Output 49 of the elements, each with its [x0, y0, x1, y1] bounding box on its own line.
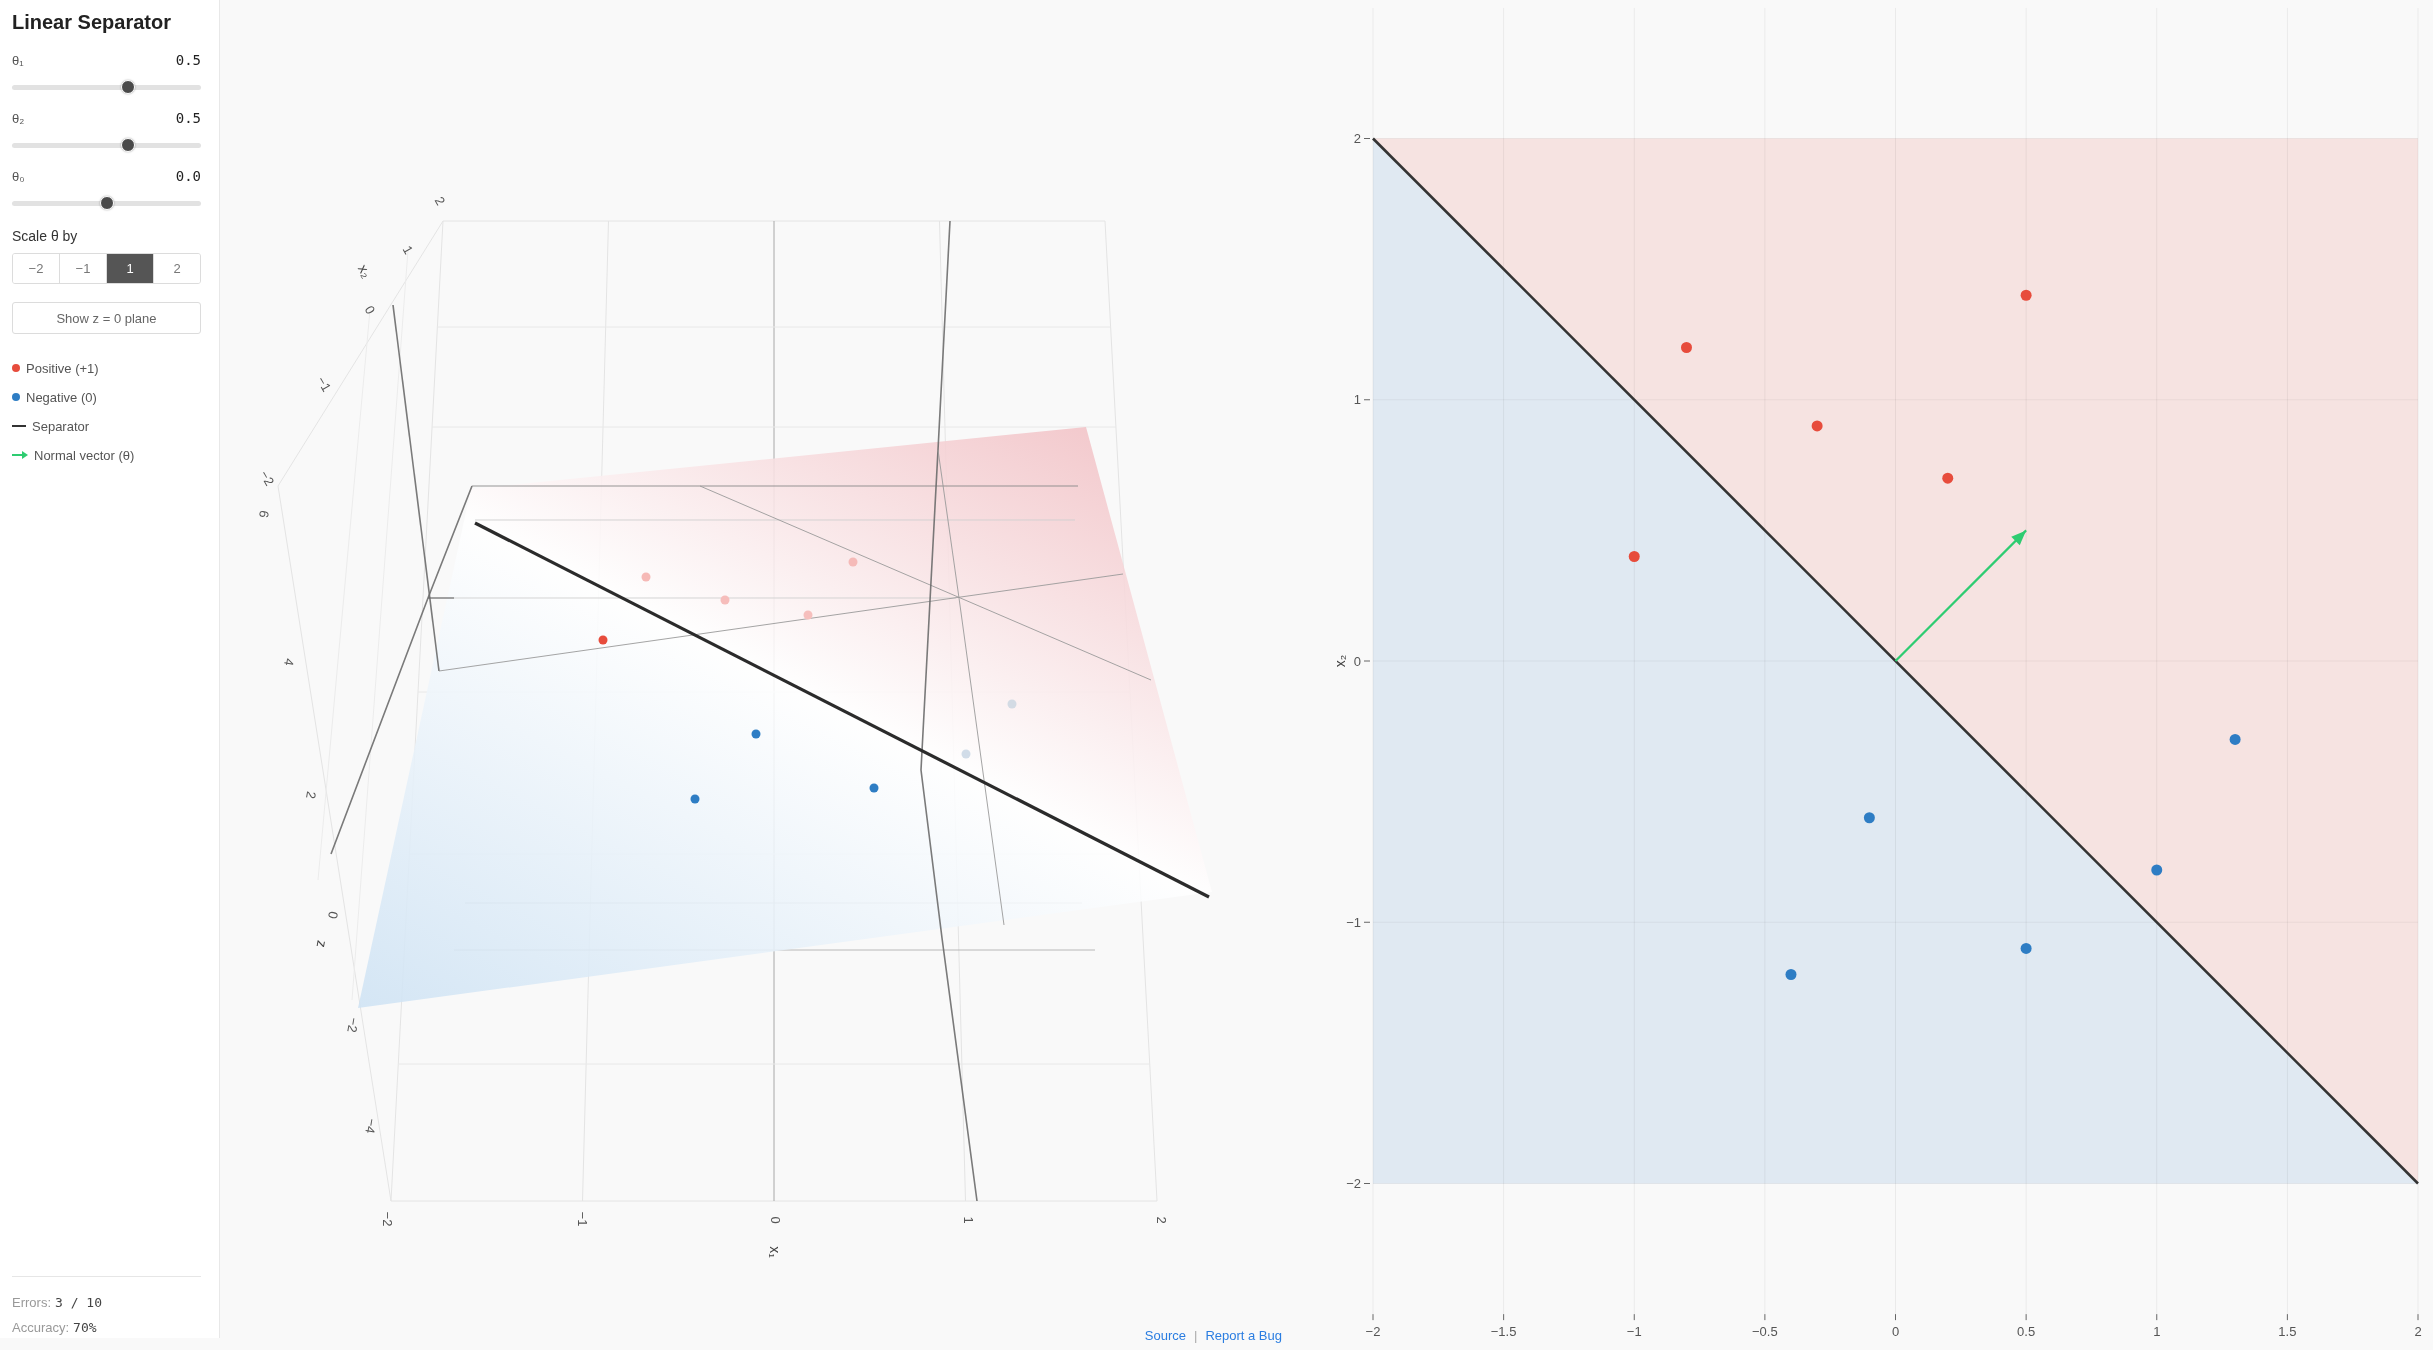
parameter-value: 0.5	[175, 52, 201, 68]
axis-tick-label: −1	[1346, 914, 1361, 930]
slider-thumb[interactable]	[99, 196, 114, 210]
axis-tick-label: 0	[1891, 1324, 1900, 1340]
link-separator: |	[1194, 1327, 1198, 1343]
axis-title: x₂	[1331, 654, 1348, 668]
axis-tick-label: −2	[379, 1211, 395, 1227]
axis-tick-label: 0.5	[2017, 1324, 2036, 1340]
parameter-value: 0.5	[175, 110, 201, 126]
scale-option[interactable]: 2	[153, 254, 200, 283]
legend-label: Normal vector (θ)	[34, 447, 135, 463]
parameter-label: θ₀	[12, 168, 25, 184]
axis-tick-label: 1	[960, 1216, 976, 1224]
legend-label: Negative (0)	[26, 389, 97, 405]
footer-link[interactable]: Report a Bug	[1205, 1327, 1282, 1343]
axis-tick-label: 2	[1353, 131, 1361, 147]
stat-value: 3 / 10	[55, 1294, 102, 1310]
axis-tick-label: −1	[574, 1211, 590, 1227]
stat-value: 70%	[73, 1319, 97, 1335]
axis-tick-label: 1	[2153, 1324, 2161, 1340]
axis-tick-label: 2	[2414, 1324, 2422, 1340]
parameter-label: θ₂	[12, 110, 25, 126]
axis-tick-label: 2	[1153, 1216, 1169, 1224]
axis-tick-label: 6	[256, 509, 272, 519]
footer-link[interactable]: Source	[1144, 1327, 1186, 1343]
legend-label: Separator	[32, 418, 90, 434]
axis-tick-label: 1	[1353, 392, 1361, 408]
scale-option[interactable]: 1	[106, 254, 153, 283]
axis-tick-label: −2	[256, 467, 278, 489]
axis-tick-label: 0	[1353, 653, 1361, 669]
parameter-value: 0.0	[175, 168, 201, 184]
axis-tick-label: −0.5	[1752, 1324, 1778, 1340]
axis-title: x₁	[767, 1246, 783, 1258]
parameter-label: θ₁	[12, 52, 24, 68]
stat-label: Errors:	[12, 1294, 51, 1310]
legend-label: Positive (+1)	[26, 360, 99, 376]
section-label: Scale θ by	[12, 227, 79, 245]
axis-tick-label: −2	[1365, 1324, 1381, 1340]
axis-tick-label: −1.5	[1490, 1324, 1517, 1340]
axis-tick-label: −2	[1346, 1176, 1361, 1192]
show-plane-button[interactable]: Show z = 0 plane	[12, 302, 201, 334]
axis-tick-label: 2	[431, 194, 449, 208]
slider-thumb[interactable]	[121, 80, 136, 94]
axis-tick-label: 1.5	[2278, 1324, 2297, 1340]
axis-tick-label: 0	[767, 1216, 783, 1224]
axis-tick-label: −1	[1626, 1324, 1642, 1340]
stat-label: Accuracy:	[12, 1319, 70, 1335]
slider-thumb[interactable]	[121, 138, 136, 152]
app-title: Linear Separator	[12, 10, 172, 34]
